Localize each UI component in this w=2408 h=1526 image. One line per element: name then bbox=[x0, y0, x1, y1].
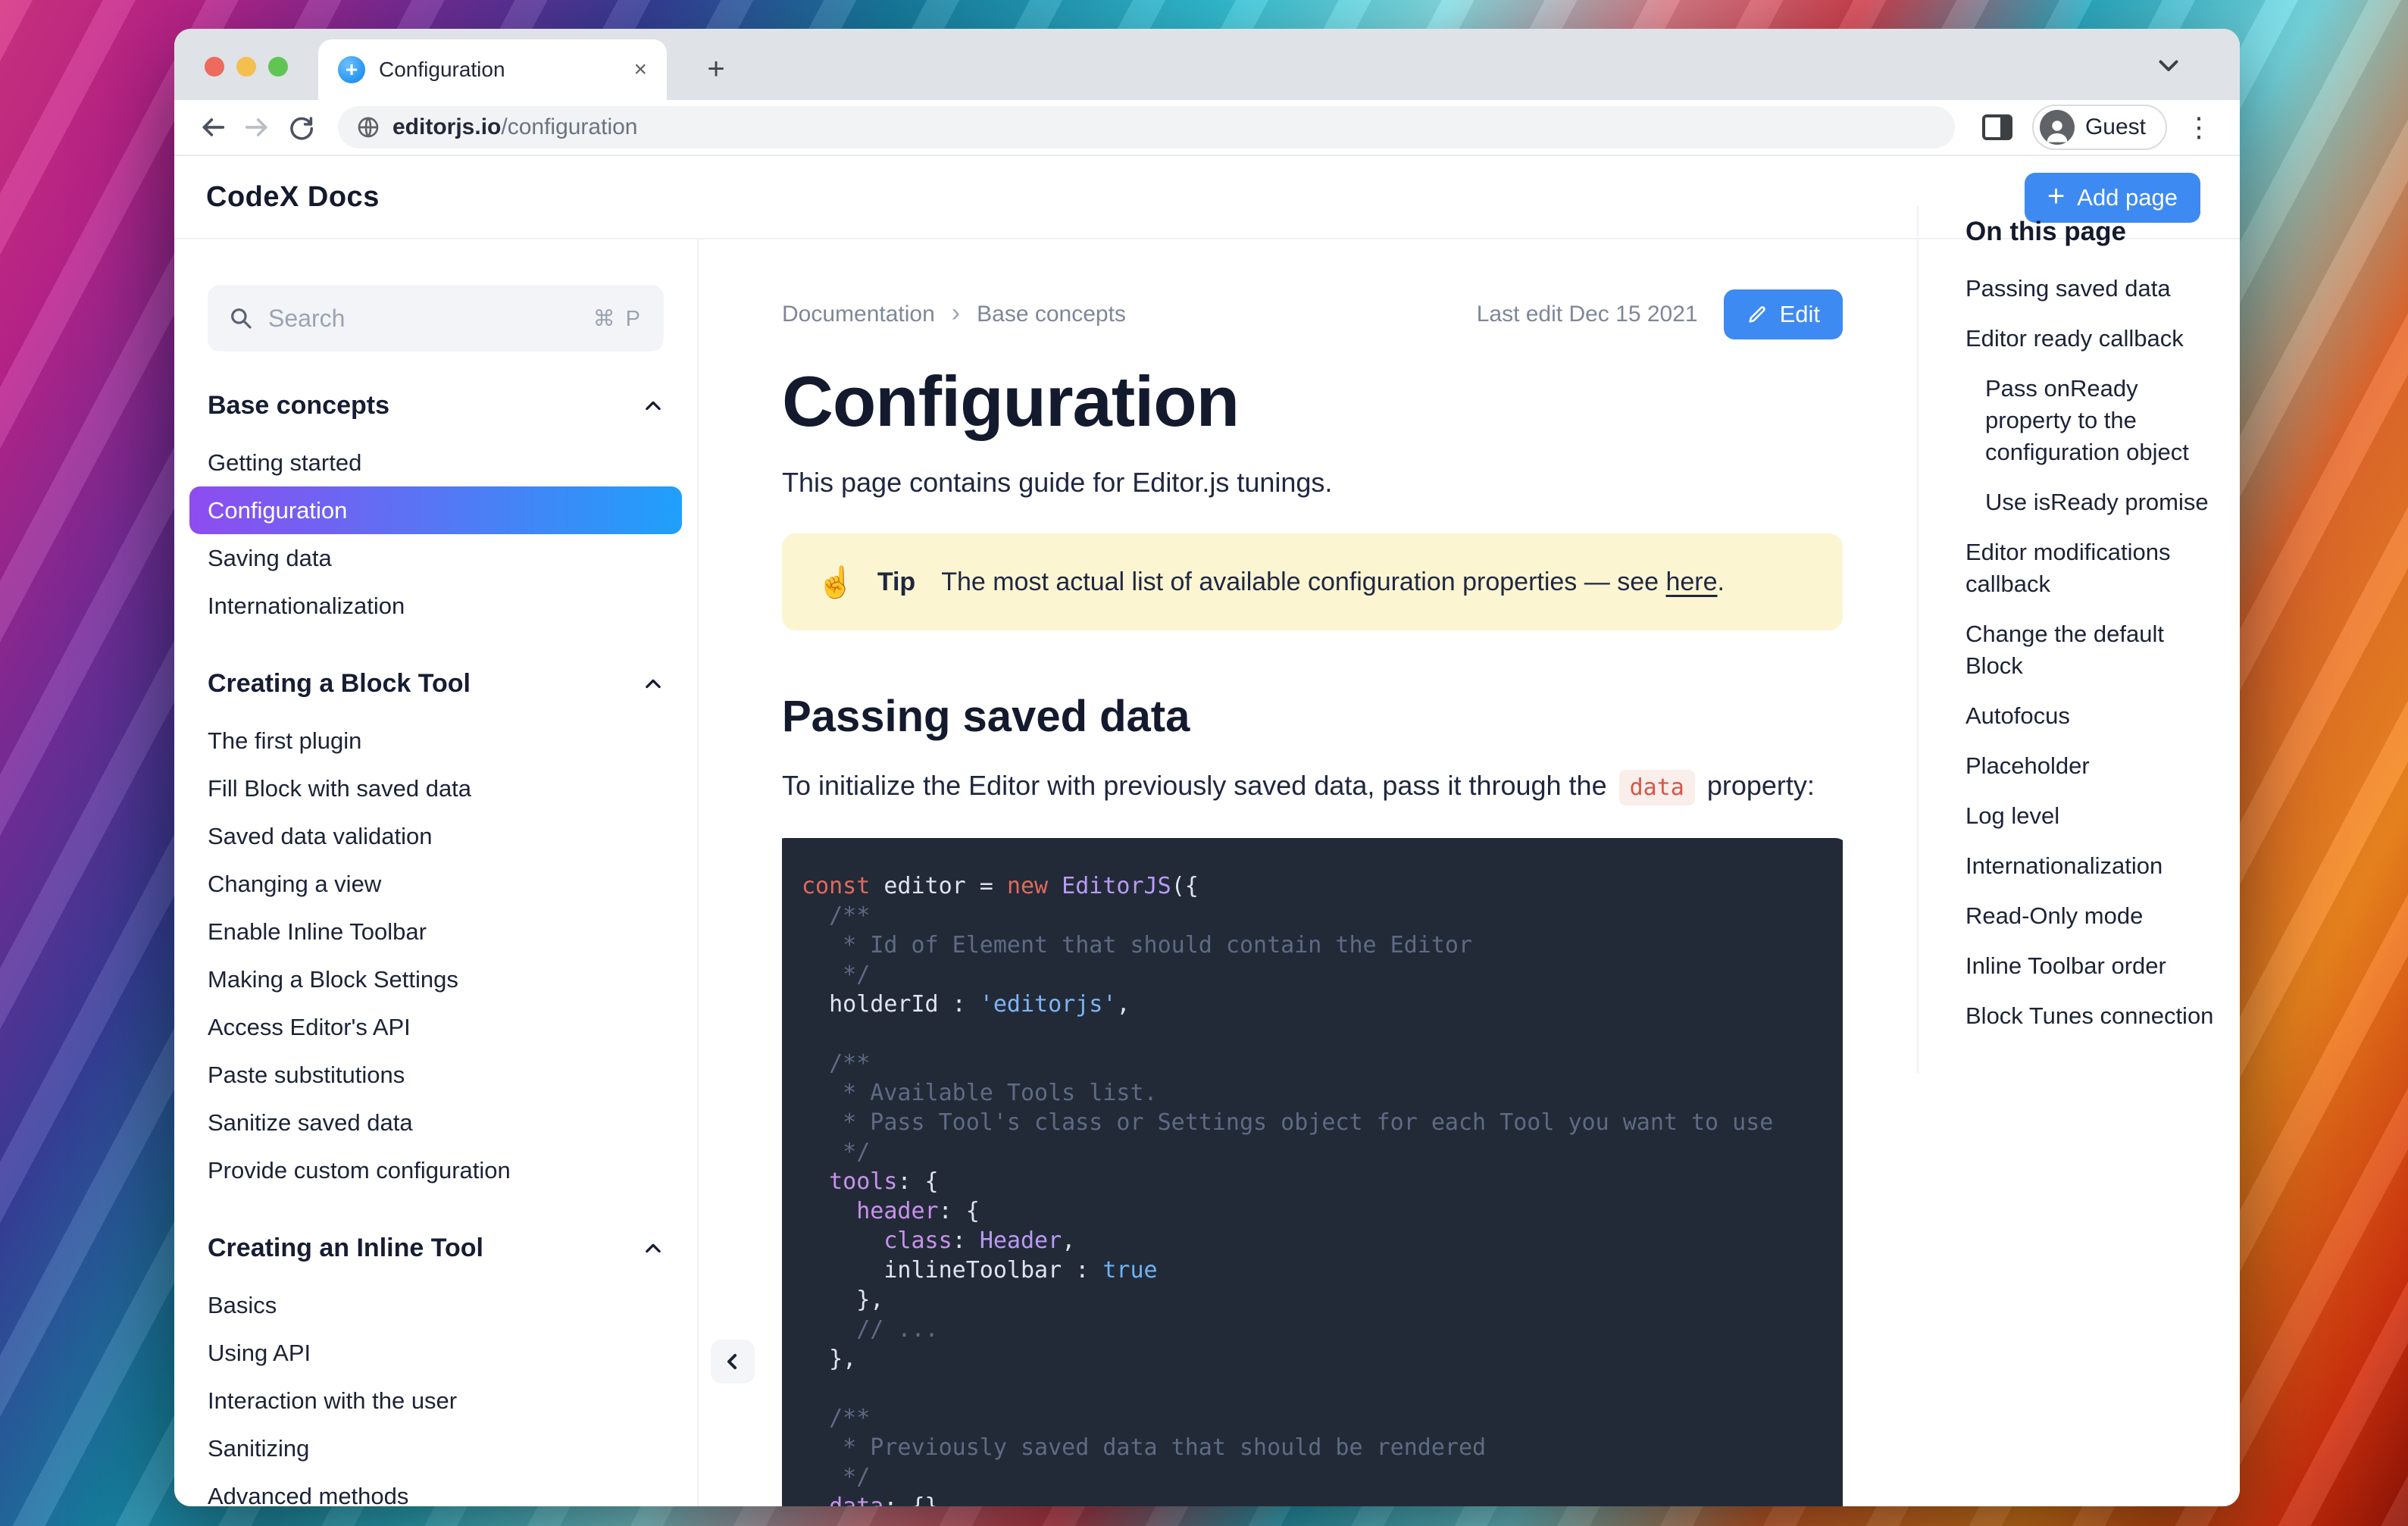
sidebar-section-title[interactable]: Creating a Block Tool bbox=[208, 669, 664, 699]
browser-window: + Configuration × + editorjs.io/configur… bbox=[174, 29, 2240, 1506]
toc-item-read-only-mode[interactable]: Read-Only mode bbox=[1965, 900, 2220, 932]
sidebar-item-internationalization[interactable]: Internationalization bbox=[189, 582, 682, 630]
site-logo[interactable]: CodeX Docs bbox=[206, 181, 380, 214]
window-controls bbox=[205, 57, 288, 77]
tip-text: The most actual list of available config… bbox=[941, 567, 1725, 596]
breadcrumb: Documentation › Base concepts bbox=[782, 298, 1126, 328]
sidebar-sections: Base concepts Getting started Configuratio… bbox=[189, 391, 682, 1506]
docs-sidebar: Search ⌘ P Base concepts Getting started C… bbox=[174, 239, 699, 1506]
toc-item-change-the-default-block[interactable]: Change the default Block bbox=[1965, 618, 2220, 682]
sidebar-item-sanitizing[interactable]: Sanitizing bbox=[189, 1424, 682, 1472]
sidebar-section-title[interactable]: Base concepts bbox=[208, 391, 664, 421]
url-host: editorjs.io bbox=[392, 114, 502, 139]
avatar-icon bbox=[2039, 110, 2075, 145]
tip-link[interactable]: here bbox=[1665, 568, 1717, 596]
back-button[interactable] bbox=[191, 105, 235, 149]
search-placeholder: Search bbox=[268, 304, 346, 332]
tab-strip: + Configuration × + bbox=[174, 29, 2240, 100]
toc-item-inline-toolbar-order[interactable]: Inline Toolbar order bbox=[1965, 950, 2220, 982]
toc-item-editor-modifications-callback[interactable]: Editor modifications callback bbox=[1965, 536, 2220, 600]
profile-label: Guest bbox=[2084, 114, 2146, 139]
sidebar-item-interaction-with-the-user[interactable]: Interaction with the user bbox=[189, 1377, 682, 1424]
browser-menu-icon[interactable]: ⋮ bbox=[2175, 111, 2223, 143]
page-content: CodeX Docs + Add page Search ⌘ P Base co… bbox=[174, 156, 2240, 1506]
toc-list: Passing saved data Editor ready callback P… bbox=[1965, 273, 2220, 1032]
toc-item-block-tunes-connection[interactable]: Block Tunes connection bbox=[1965, 1000, 2220, 1032]
site-globe-icon bbox=[358, 117, 379, 138]
sidebar-item-fill-block-with-saved-data[interactable]: Fill Block with saved data bbox=[189, 765, 682, 812]
edit-label: Edit bbox=[1779, 301, 1820, 327]
toc-item-use-isready-promise[interactable]: Use isReady promise bbox=[1965, 486, 2220, 518]
sidebar-item-the-first-plugin[interactable]: The first plugin bbox=[189, 717, 682, 765]
chevron-up-icon bbox=[643, 1238, 664, 1259]
side-panel-icon[interactable] bbox=[1981, 114, 2012, 140]
sidebar-item-making-a-block-settings[interactable]: Making a Block Settings bbox=[189, 955, 682, 1003]
reload-button[interactable] bbox=[279, 105, 323, 149]
new-tab-button[interactable]: + bbox=[696, 48, 736, 89]
sidebar-item-sanitize-saved-data[interactable]: Sanitize saved data bbox=[189, 1099, 682, 1146]
page-title: Configuration bbox=[782, 361, 1240, 441]
body-paragraph: To initialize the Editor with previously… bbox=[782, 770, 1815, 805]
pencil-icon bbox=[1748, 306, 1765, 323]
tab-search-chevron-icon[interactable] bbox=[2155, 52, 2182, 79]
meta-row: Documentation › Base concepts Last edit De… bbox=[782, 289, 1843, 339]
toc-item-autofocus[interactable]: Autofocus bbox=[1965, 700, 2220, 732]
article: Documentation › Base concepts Last edit De… bbox=[782, 239, 1843, 1506]
forward-button[interactable] bbox=[235, 105, 279, 149]
sidebar-item-changing-a-view[interactable]: Changing a view bbox=[189, 860, 682, 908]
sidebar-item-configuration[interactable]: Configuration bbox=[189, 486, 682, 534]
tip-label: Tip bbox=[877, 567, 916, 596]
close-window-button[interactable] bbox=[205, 57, 224, 77]
inline-code-data: data bbox=[1618, 770, 1695, 805]
sidebar-item-saved-data-validation[interactable]: Saved data validation bbox=[189, 812, 682, 860]
sidebar-collapse-button[interactable] bbox=[711, 1340, 755, 1384]
breadcrumb-chevron-icon: › bbox=[951, 298, 961, 327]
sidebar-item-using-api[interactable]: Using API bbox=[189, 1329, 682, 1377]
url-path: /configuration bbox=[501, 114, 638, 139]
sidebar-item-advanced-methods[interactable]: Advanced methods bbox=[189, 1472, 682, 1507]
minimize-window-button[interactable] bbox=[236, 57, 256, 77]
tab-favicon-icon: + bbox=[338, 56, 365, 83]
toc-item-internationalization[interactable]: Internationalization bbox=[1965, 850, 2220, 882]
search-shortcut: ⌘ P bbox=[593, 306, 643, 331]
sidebar-item-basics[interactable]: Basics bbox=[189, 1281, 682, 1329]
browser-toolbar: editorjs.io/configuration Guest ⋮ bbox=[174, 100, 2240, 156]
breadcrumb-documentation[interactable]: Documentation bbox=[782, 302, 935, 327]
sidebar-item-access-editor-s-api[interactable]: Access Editor's API bbox=[189, 1003, 682, 1051]
toc-item-editor-ready-callback[interactable]: Editor ready callback bbox=[1965, 323, 2220, 355]
toc-item-passing-saved-data[interactable]: Passing saved data bbox=[1965, 273, 2220, 305]
pointing-up-emoji-icon: ☝ bbox=[817, 565, 855, 599]
edit-button[interactable]: Edit bbox=[1723, 289, 1843, 339]
search-input[interactable]: Search ⌘ P bbox=[208, 285, 664, 352]
profile-chip[interactable]: Guest bbox=[2031, 105, 2167, 150]
chevron-up-icon bbox=[643, 674, 664, 695]
last-edit-label: Last edit Dec 15 2021 bbox=[1476, 302, 1698, 327]
sidebar-item-enable-inline-toolbar[interactable]: Enable Inline Toolbar bbox=[189, 908, 682, 955]
chevron-up-icon bbox=[643, 396, 664, 417]
chevron-left-icon bbox=[727, 1353, 737, 1370]
tab-close-icon[interactable]: × bbox=[633, 58, 647, 81]
code-content: const editor = new EditorJS({ /** * Id o… bbox=[802, 873, 1774, 1506]
zoom-window-button[interactable] bbox=[268, 57, 288, 77]
code-block[interactable]: const editor = new EditorJS({ /** * Id o… bbox=[782, 838, 1843, 1506]
address-bar[interactable]: editorjs.io/configuration bbox=[338, 106, 1955, 149]
on-this-page: On this page Passing saved data Editor re… bbox=[1917, 206, 2220, 1073]
sidebar-item-provide-custom-configuration[interactable]: Provide custom configuration bbox=[189, 1146, 682, 1194]
sidebar-item-paste-substitutions[interactable]: Paste substitutions bbox=[189, 1051, 682, 1099]
tab-title: Configuration bbox=[379, 58, 505, 81]
toc-title: On this page bbox=[1965, 217, 2126, 246]
url-text: editorjs.io/configuration bbox=[392, 114, 637, 140]
toc-item-placeholder[interactable]: Placeholder bbox=[1965, 750, 2220, 782]
sidebar-section-title[interactable]: Creating an Inline Tool bbox=[208, 1234, 664, 1263]
tip-callout: ☝ Tip The most actual list of available … bbox=[782, 533, 1843, 630]
sidebar-item-saving-data[interactable]: Saving data bbox=[189, 534, 682, 582]
toc-item-log-level[interactable]: Log level bbox=[1965, 800, 2220, 832]
browser-tab-configuration[interactable]: + Configuration × bbox=[318, 39, 667, 100]
toc-item-pass-onready-property-to-the-configuration-object[interactable]: Pass onReady property to the configurati… bbox=[1965, 373, 2220, 468]
search-icon bbox=[231, 308, 252, 329]
intro-paragraph: This page contains guide for Editor.js t… bbox=[782, 467, 1333, 498]
sidebar-item-getting-started[interactable]: Getting started bbox=[189, 439, 682, 486]
section-heading: Passing saved data bbox=[782, 692, 1190, 741]
breadcrumb-base-concepts[interactable]: Base concepts bbox=[977, 302, 1126, 327]
